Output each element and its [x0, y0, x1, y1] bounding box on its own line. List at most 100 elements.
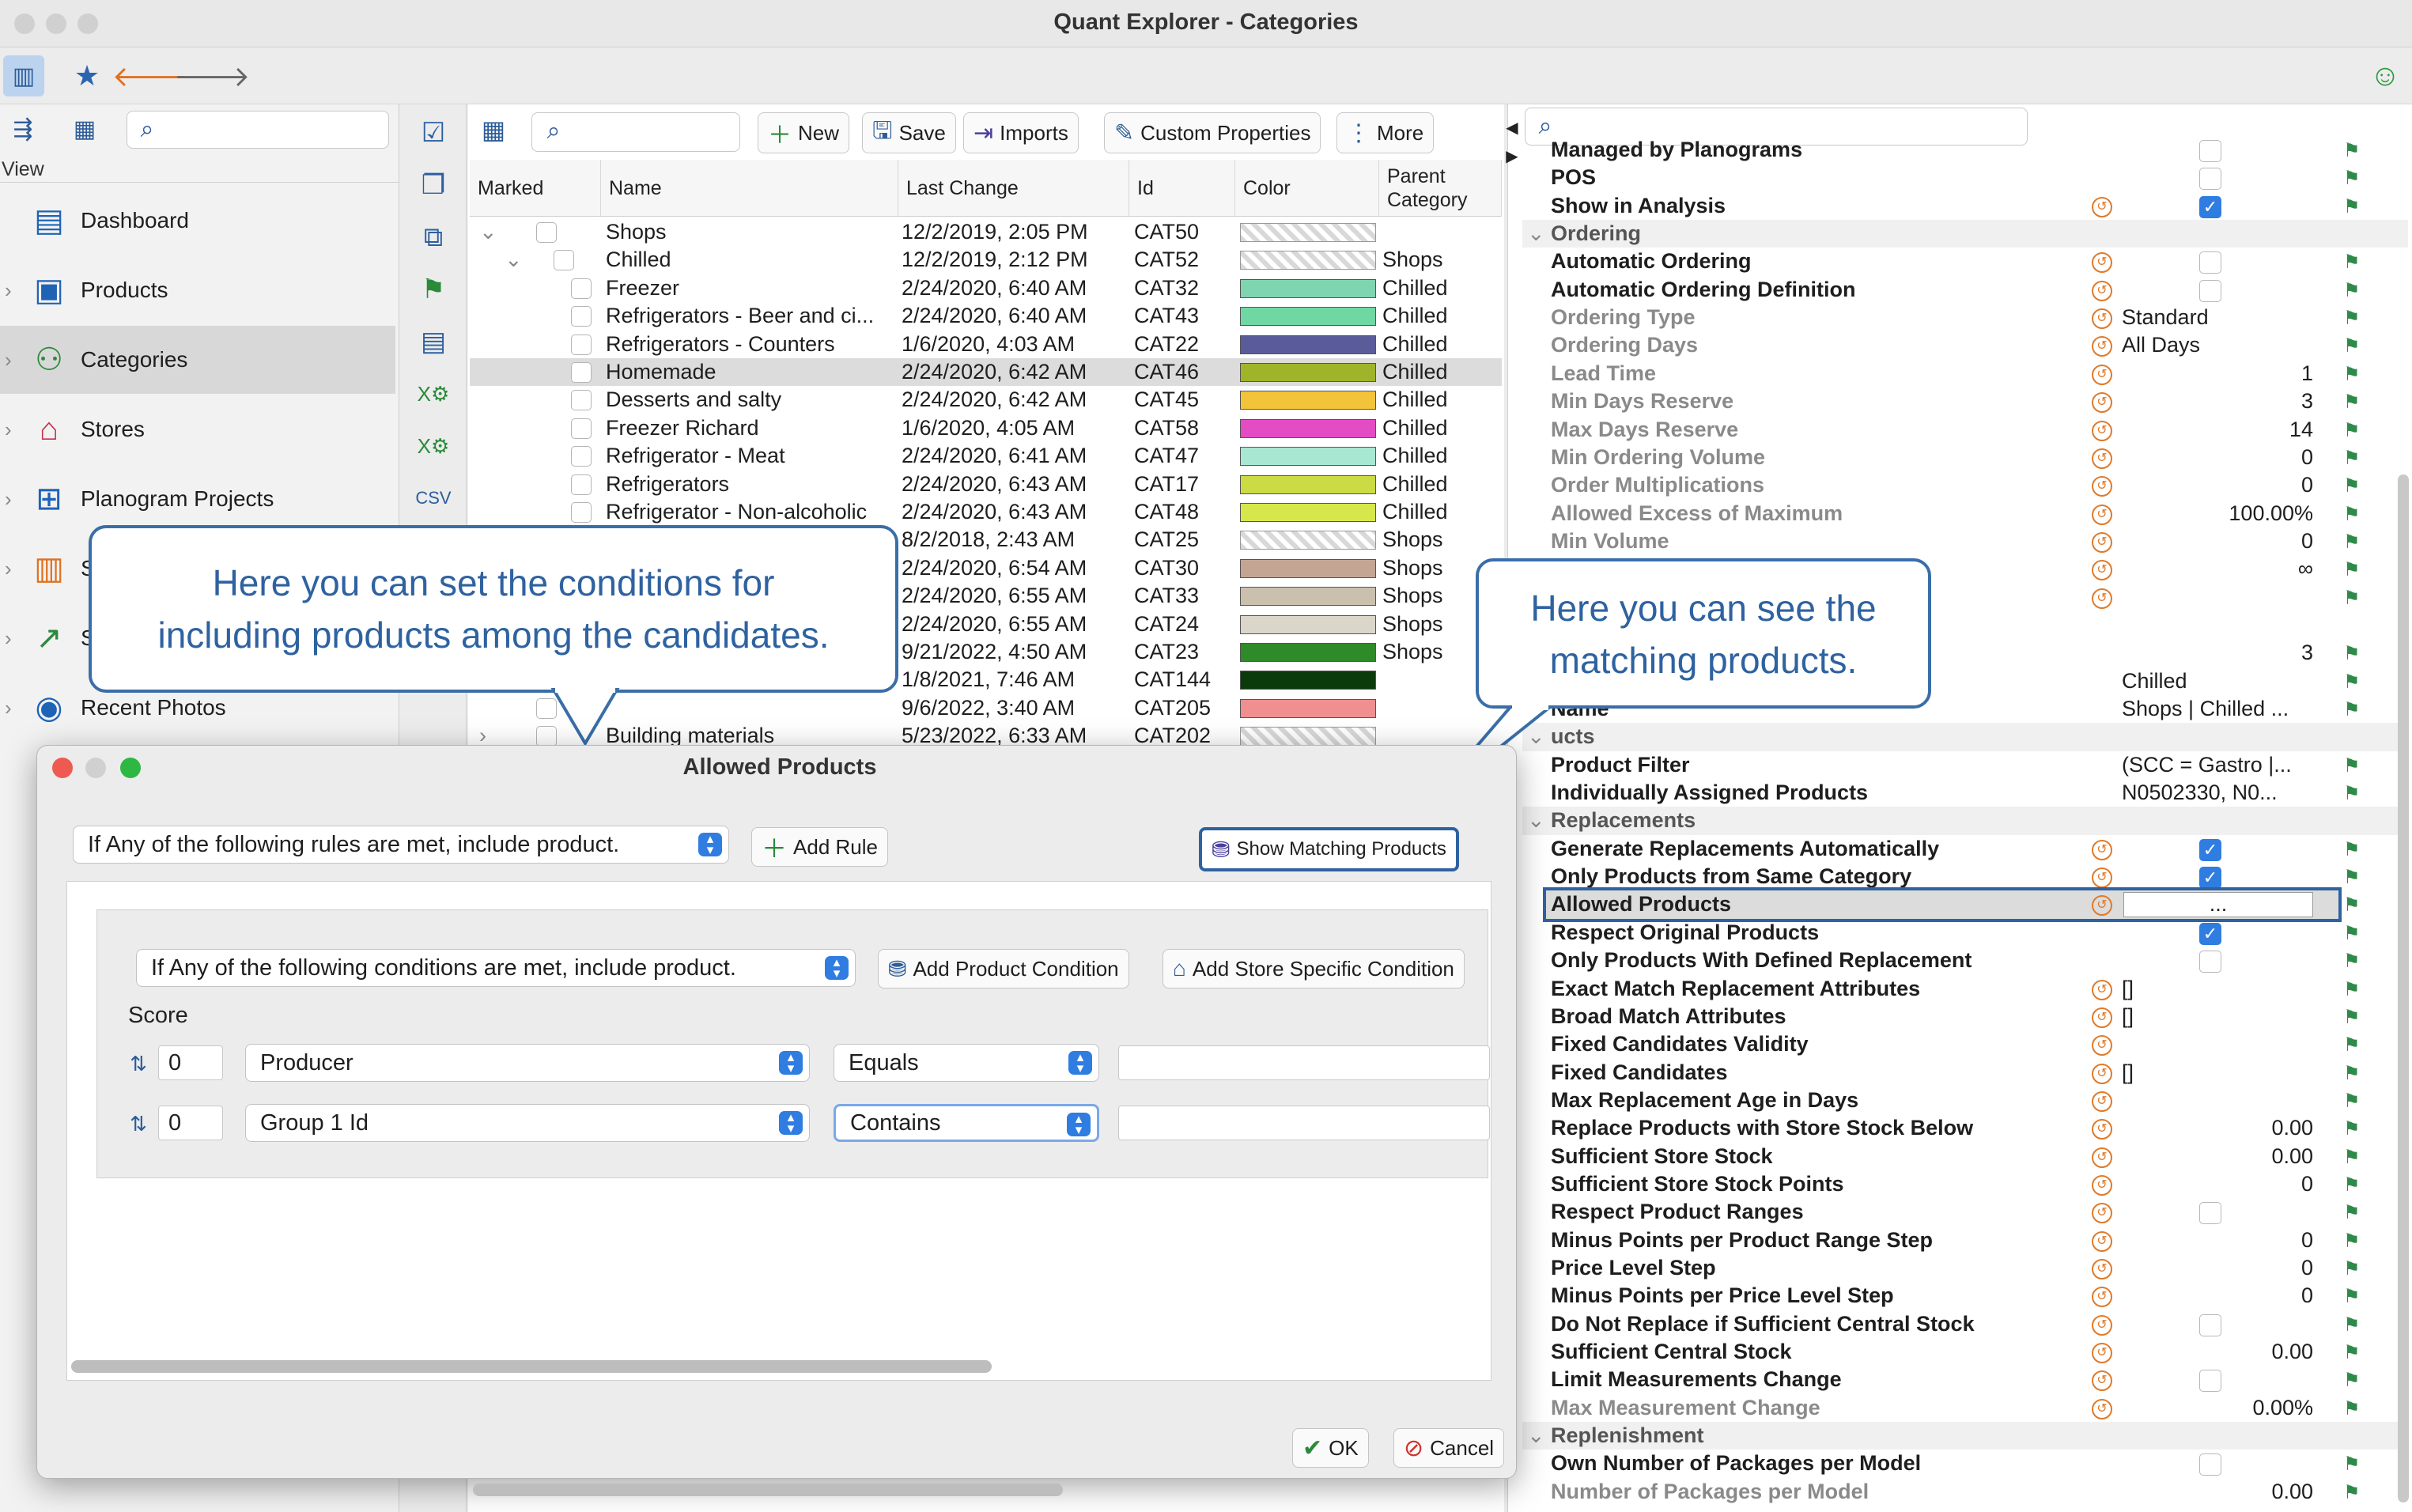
property-flag-icon[interactable]: ⚑ — [2343, 1146, 2361, 1169]
property-flag-icon[interactable]: ⚑ — [2343, 1314, 2361, 1336]
property-row[interactable]: Lead Time ↺ 1 ⚑ — [1522, 360, 2408, 387]
property-row[interactable]: Only Products from Same Category ↺ ✓ ⚑ — [1522, 863, 2408, 890]
chevron-down-icon[interactable]: ⌄ — [1527, 220, 1545, 248]
property-flag-icon[interactable]: ⚑ — [2343, 307, 2361, 330]
more-button[interactable]: ⋮ More — [1336, 112, 1435, 153]
new-button[interactable]: ＋ New — [758, 112, 850, 153]
reset-default-icon[interactable]: ↺ — [2092, 420, 2112, 441]
color-swatch[interactable] — [1240, 614, 1376, 634]
property-row[interactable]: Minus Points per Price Level Step ↺ 0 ⚑ — [1522, 1282, 2408, 1310]
table-layout-icon[interactable]: ▦ — [474, 111, 512, 149]
marked-checkbox[interactable] — [571, 334, 592, 355]
marked-checkbox[interactable] — [536, 222, 557, 243]
condition-operator-select[interactable]: Contains ▴ ▾ — [834, 1104, 1099, 1142]
property-row[interactable]: Min Ordering Volume ↺ 0 ⚑ — [1522, 444, 2408, 471]
property-row[interactable]: Only Products With Defined Replacement ⚑ — [1522, 947, 2408, 974]
chevron-down-icon[interactable]: ⌄ — [505, 246, 523, 274]
score-input[interactable]: 0 — [158, 1045, 223, 1080]
rule-mode-select[interactable]: If Any of the following rules are met, i… — [73, 826, 729, 864]
reset-default-icon[interactable]: ↺ — [2092, 1343, 2112, 1364]
property-row[interactable]: Broad Match Attributes ↺ [] ⚑ — [1522, 1003, 2408, 1030]
property-row[interactable]: Fixed Candidates ↺ [] ⚑ — [1522, 1059, 2408, 1087]
reset-default-icon[interactable]: ↺ — [2092, 1063, 2112, 1084]
property-flag-icon[interactable]: ⚑ — [2343, 1341, 2361, 1364]
property-row[interactable]: POS ⚑ — [1522, 164, 2408, 191]
property-flag-icon[interactable]: ⚑ — [2343, 587, 2361, 610]
color-swatch[interactable] — [1240, 698, 1376, 718]
reset-default-icon[interactable]: ↺ — [2092, 476, 2112, 497]
color-swatch[interactable] — [1240, 447, 1376, 467]
imports-button[interactable]: ⇥ Imports — [963, 112, 1079, 153]
table-row[interactable]: Refrigerator - Non-alcoholic 2/24/2020, 6… — [470, 498, 1502, 526]
reset-default-icon[interactable]: ↺ — [2092, 1230, 2112, 1252]
table-row[interactable]: Refrigerators - Counters 1/6/2020, 4:03 A… — [470, 331, 1502, 358]
property-checkbox[interactable] — [2199, 1314, 2221, 1336]
condition-field-select[interactable]: Group 1 Id ▴ ▾ — [245, 1104, 810, 1142]
color-swatch[interactable] — [1240, 531, 1376, 550]
reset-default-icon[interactable]: ↺ — [2092, 588, 2112, 609]
ok-button[interactable]: ✔ OK — [1292, 1428, 1369, 1468]
check-list-icon[interactable]: ☑ — [413, 112, 454, 153]
copy-icon[interactable]: ❐ — [413, 164, 454, 206]
color-swatch[interactable] — [1240, 418, 1376, 438]
property-row[interactable]: Automatic Ordering Definition ↺ ⚑ — [1522, 276, 2408, 304]
property-row[interactable]: Ordering Type ↺ Standard ⚑ — [1522, 304, 2408, 331]
marked-checkbox[interactable] — [571, 474, 592, 495]
property-checkbox[interactable]: ✓ — [2199, 867, 2221, 890]
add-product-condition-button[interactable]: ⛃ Add Product Condition — [878, 949, 1129, 988]
property-row[interactable]: Allowed Excess of Maximum ↺ 100.00% ⚑ — [1522, 500, 2408, 527]
property-flag-icon[interactable]: ⚑ — [2343, 1285, 2361, 1308]
reset-default-icon[interactable]: ↺ — [2092, 252, 2112, 274]
color-swatch[interactable] — [1240, 727, 1376, 747]
table-row[interactable]: Refrigerator - Meat 2/24/2020, 6:41 AM CAT… — [470, 442, 1502, 470]
property-checkbox[interactable] — [2199, 1453, 2221, 1476]
marked-checkbox[interactable] — [571, 278, 592, 299]
save-button[interactable]: 🖫 Save — [862, 112, 956, 153]
reset-default-icon[interactable]: ↺ — [2092, 895, 2112, 917]
reset-default-icon[interactable]: ↺ — [2092, 1287, 2112, 1308]
property-flag-icon[interactable]: ⚑ — [2343, 642, 2361, 665]
table-horizontal-scrollbar[interactable] — [473, 1484, 1063, 1496]
reset-default-icon[interactable]: ↺ — [2092, 1119, 2112, 1140]
reset-default-icon[interactable]: ↺ — [2092, 392, 2112, 414]
reset-default-icon[interactable]: ↺ — [2092, 1398, 2112, 1419]
table-row[interactable]: Refrigerators 2/24/2020, 6:43 AM CAT17 Chil… — [470, 471, 1502, 498]
marked-checkbox[interactable] — [571, 418, 592, 439]
condition-value-input[interactable] — [1118, 1106, 1490, 1140]
column-header-marked[interactable]: Marked — [470, 160, 601, 217]
view-options-icon[interactable]: ⇶ — [5, 111, 41, 147]
duplicate-icon[interactable]: ⧉ — [413, 217, 454, 258]
property-flag-icon[interactable]: ⚑ — [2343, 671, 2361, 694]
property-row[interactable]: Minus Points per Product Range Step ↺ 0 ⚑ — [1522, 1227, 2408, 1254]
property-row[interactable]: Respect Original Products ✓ ⚑ — [1522, 919, 2408, 947]
property-group-header[interactable]: ⌄ Replenishment — [1522, 1422, 2408, 1450]
reset-default-icon[interactable]: ↺ — [2092, 1370, 2112, 1392]
property-flag-icon[interactable]: ⚑ — [2343, 251, 2361, 274]
show-matching-products-button[interactable]: ⛃ Show Matching Products — [1199, 827, 1459, 871]
color-swatch[interactable] — [1240, 671, 1376, 690]
marked-checkbox[interactable] — [571, 306, 592, 327]
reset-default-icon[interactable]: ↺ — [2092, 531, 2112, 553]
property-flag-icon[interactable]: ⚑ — [2343, 503, 2361, 526]
color-swatch[interactable] — [1240, 223, 1376, 242]
table-view-icon[interactable]: ▦ — [66, 111, 103, 147]
property-flag-icon[interactable]: ⚑ — [2343, 1117, 2361, 1140]
marked-checkbox[interactable] — [571, 362, 592, 383]
property-row[interactable]: Allowed Products ↺... ⚑ — [1543, 887, 2361, 922]
property-row[interactable]: Replace Products with Store Stock Below ↺… — [1522, 1114, 2408, 1142]
collapse-left-icon[interactable]: ◀ — [1504, 115, 1520, 139]
property-row[interactable]: Sufficient Store Stock Points ↺ 0 ⚑ — [1522, 1170, 2408, 1198]
reset-default-icon[interactable]: ↺ — [2092, 504, 2112, 525]
property-row[interactable]: Limit Measurements Change ↺ ⚑ — [1522, 1366, 2408, 1393]
chevron-down-icon[interactable]: ⌄ — [1527, 1422, 1545, 1450]
property-flag-icon[interactable]: ⚑ — [2343, 1201, 2361, 1224]
property-flag-icon[interactable]: ⚑ — [2343, 1174, 2361, 1196]
reset-default-icon[interactable]: ↺ — [2092, 280, 2112, 301]
add-store-condition-button[interactable]: ⌂ Add Store Specific Condition — [1163, 949, 1465, 988]
property-checkbox[interactable] — [2199, 168, 2221, 191]
property-flag-icon[interactable]: ⚑ — [2343, 922, 2361, 945]
color-swatch[interactable] — [1240, 278, 1376, 298]
reset-default-icon[interactable]: ↺ — [2092, 1174, 2112, 1196]
property-checkbox[interactable] — [2199, 1370, 2221, 1393]
property-row[interactable]: Respect Product Ranges ↺ ⚑ — [1522, 1198, 2408, 1226]
